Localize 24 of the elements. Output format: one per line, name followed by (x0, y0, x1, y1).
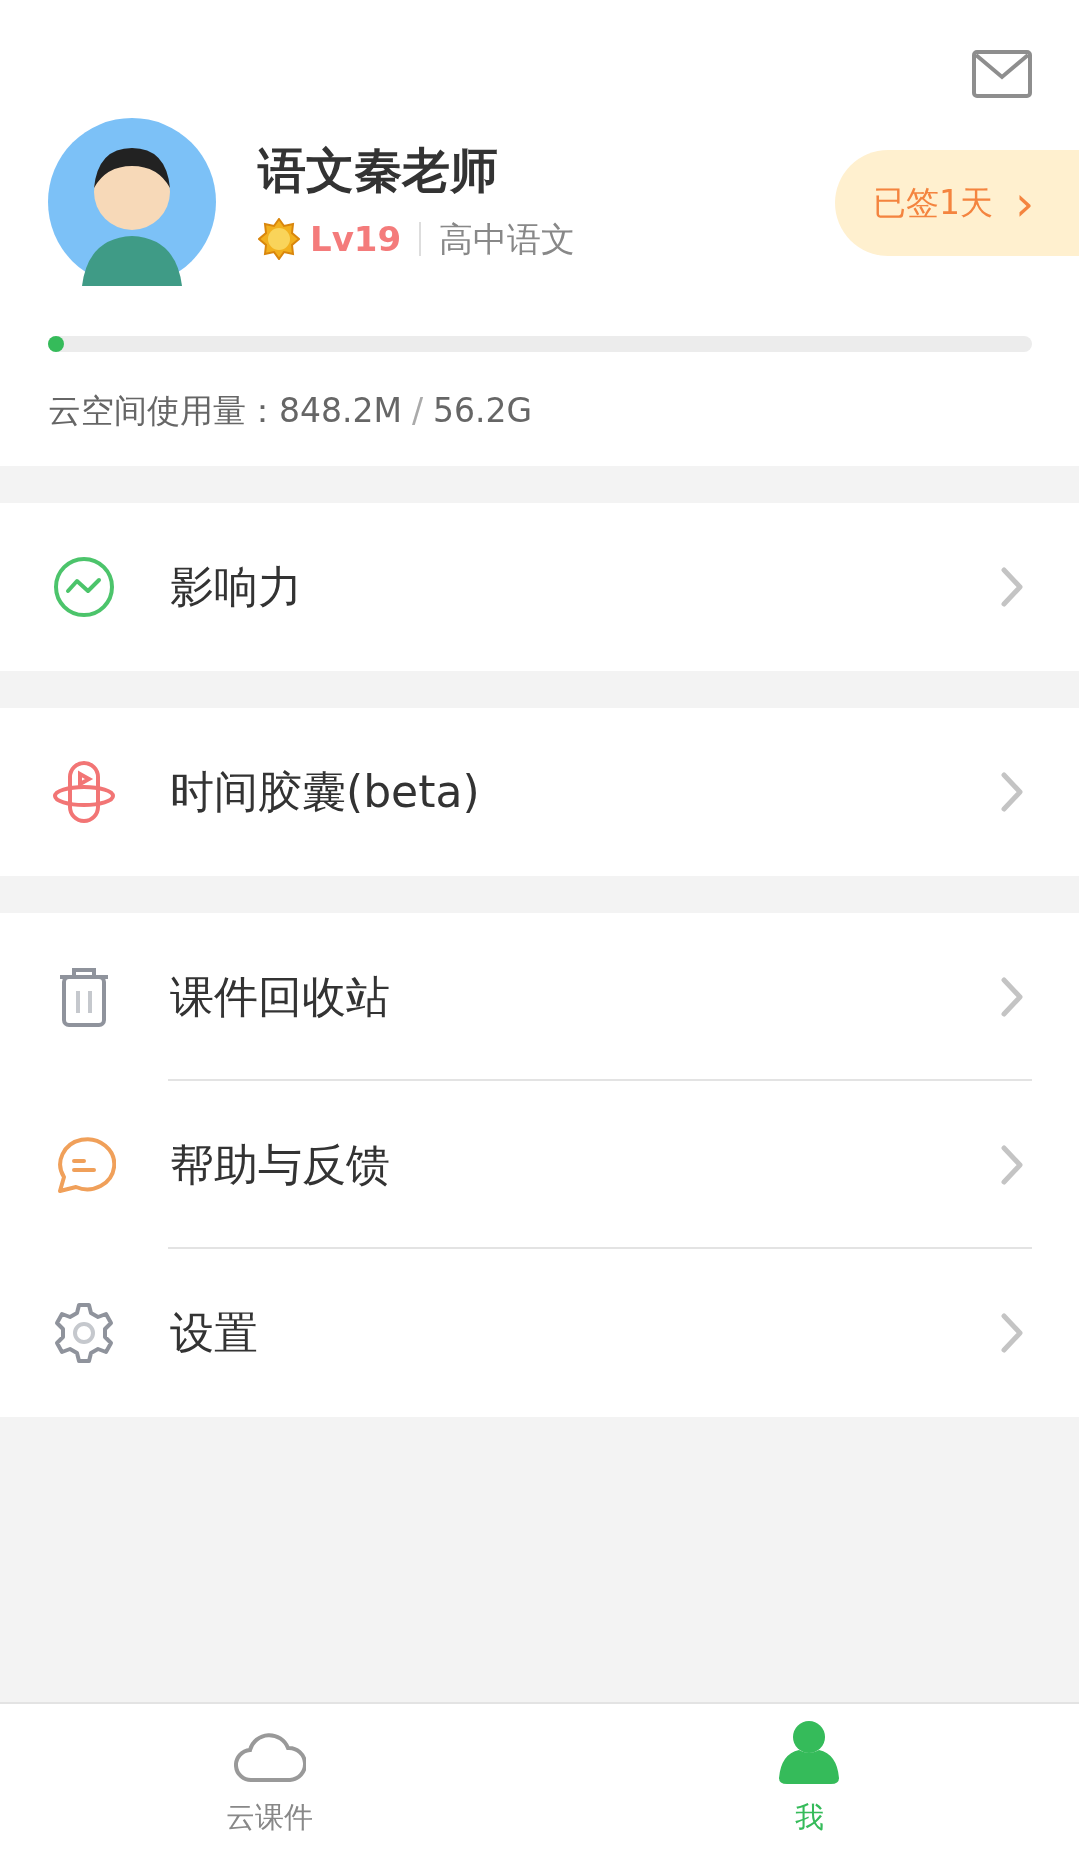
capsule-icon (52, 760, 116, 824)
chevron-icon (1001, 772, 1023, 812)
person-icon (777, 1719, 842, 1784)
menu-item[interactable]: 帮助与反馈 (0, 1081, 1079, 1249)
subject-label: 高中语文 (439, 217, 576, 261)
menu-item[interactable]: 设置 (0, 1249, 1079, 1417)
settings-icon (52, 1301, 116, 1365)
chevron-icon (1001, 1145, 1023, 1185)
chevron-icon (1001, 567, 1023, 607)
mail-icon[interactable] (972, 50, 1032, 98)
separator: / (411, 390, 424, 432)
storage-used: 848.2M (279, 390, 402, 432)
influence-icon (52, 555, 116, 619)
level-label: Lv19 (310, 217, 402, 261)
menu-item[interactable]: 时间胶囊(beta) (0, 708, 1079, 876)
storage-total: 56.2G (433, 390, 533, 432)
storage-label: 云空间使用量： (48, 390, 279, 432)
menu-item[interactable]: 影响力 (0, 503, 1079, 671)
tab[interactable]: 云课件 (0, 1704, 540, 1853)
chevron-icon (1001, 977, 1023, 1017)
badge-icon (258, 218, 300, 260)
menu-item[interactable]: 课件回收站 (0, 913, 1079, 1081)
chevron-icon (1001, 1313, 1023, 1353)
user-name: 语文秦老师 (258, 140, 499, 200)
